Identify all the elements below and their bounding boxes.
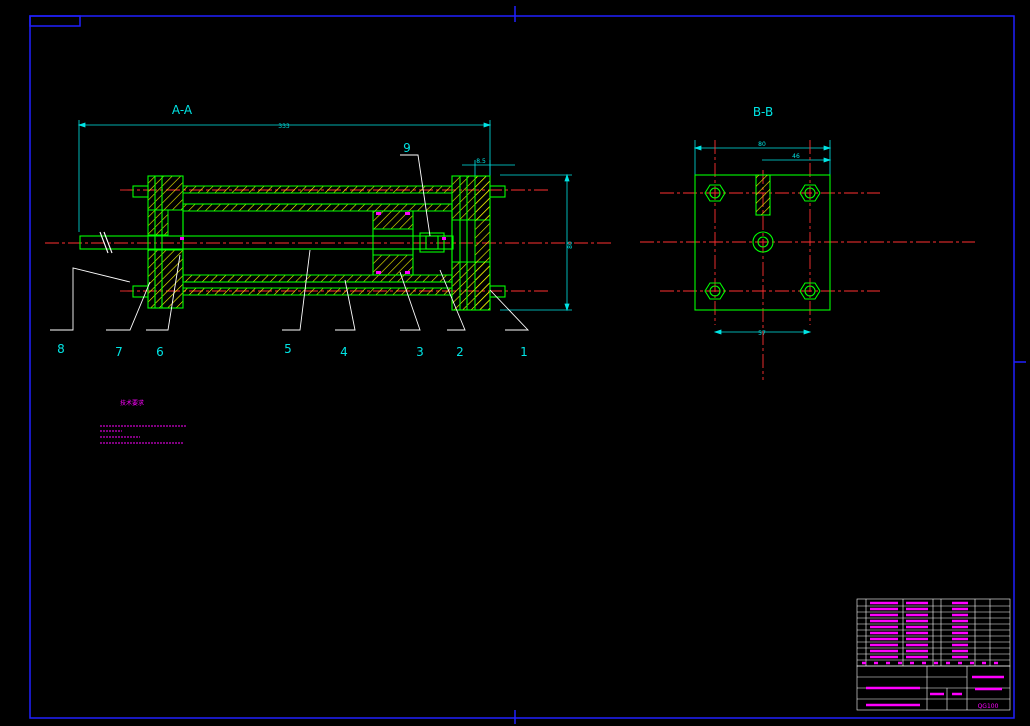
part-number-labels: 1 2 3 4 5 6 7 8 9 [57, 141, 528, 359]
view-a-title: A-A [172, 103, 193, 117]
view-b-section: B-B 80 46 57 [640, 105, 975, 380]
part-label-3: 3 [416, 345, 424, 359]
drawing-number: QG100 [978, 703, 999, 710]
dimension-b-bottom: 57 [758, 330, 766, 337]
part-label-6: 6 [156, 345, 164, 359]
dimension-top-right: 8.5 [476, 158, 486, 165]
part-label-1: 1 [520, 345, 528, 359]
tech-req-title: 技术要求 [120, 399, 144, 407]
view-b-center-lines [640, 140, 975, 380]
dimension-b-half: 46 [792, 153, 800, 160]
view-b-port-hatch [756, 175, 770, 215]
part-label-9: 9 [403, 141, 411, 155]
title-block: QG100 [856, 598, 1011, 711]
part-label-2: 2 [456, 345, 464, 359]
title-block-text [866, 675, 1004, 707]
dimension-height: 80 [567, 241, 574, 249]
part-label-5: 5 [284, 342, 292, 356]
dimension-b-width: 80 [758, 141, 766, 148]
part-label-7: 7 [115, 345, 123, 359]
tech-req-lines [100, 425, 186, 444]
cad-drawing: A-A 333 8.5 80 1 2 3 4 5 6 7 8 9 B-B 80 … [29, 6, 1026, 724]
part-label-8: 8 [57, 342, 65, 356]
view-b-title: B-B [753, 105, 773, 119]
dimension-overall-length: 333 [278, 123, 290, 130]
technical-requirements: 技术要求 [100, 399, 186, 444]
part-label-4: 4 [340, 345, 348, 359]
view-a-section: A-A 333 8.5 80 1 2 3 4 5 6 7 8 9 [45, 103, 612, 359]
